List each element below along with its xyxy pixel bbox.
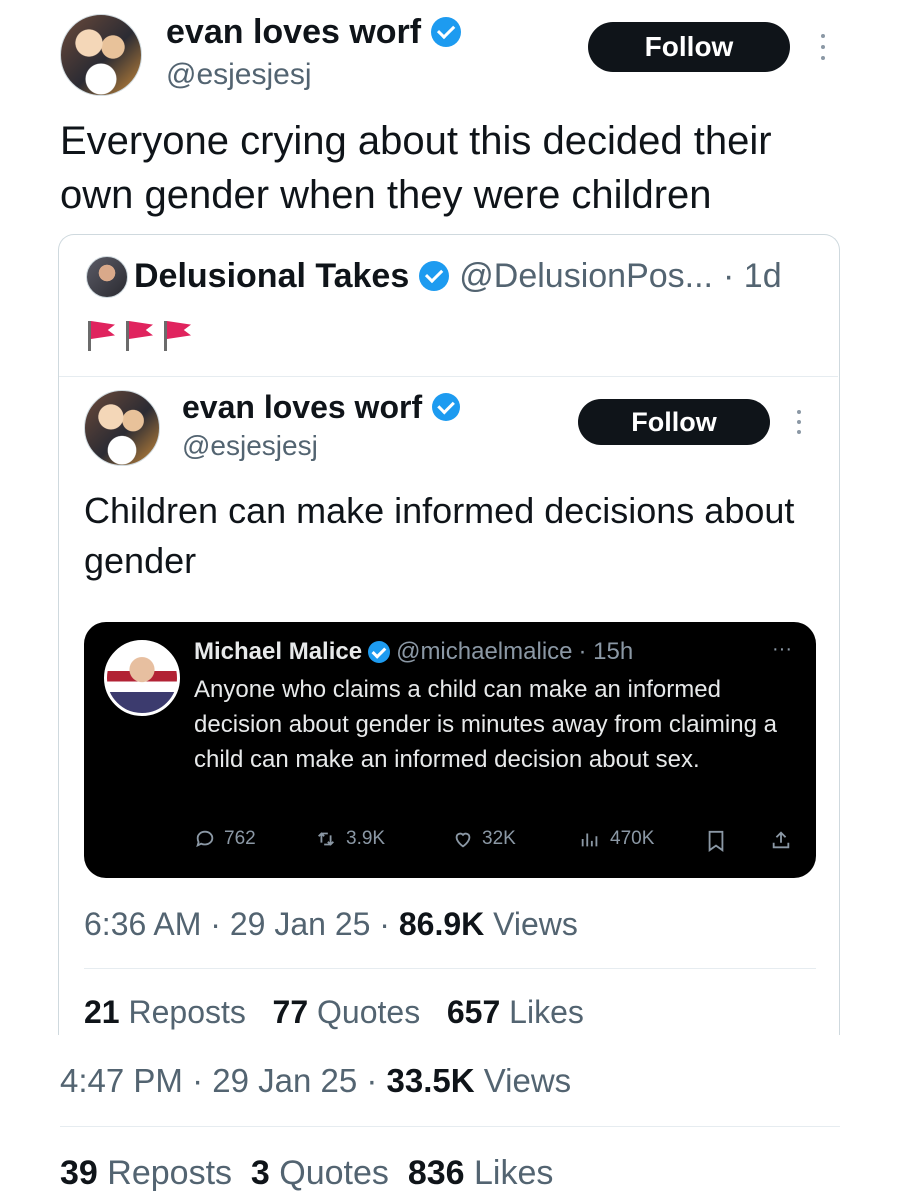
screenshot-replies: 762: [194, 828, 256, 850]
inner-reposts-label: Reposts: [128, 994, 246, 1030]
screenshot-author-name: Michael Malice: [194, 638, 363, 665]
outer-author-name-row[interactable]: evan loves worf: [166, 10, 462, 54]
outer-quotes-link[interactable]: 3 Quotes: [251, 1154, 389, 1192]
outer-likes-count: 836: [407, 1154, 465, 1192]
inner-likes-label: Likes: [509, 994, 584, 1030]
inner-quotes-link[interactable]: 77 Quotes: [273, 994, 421, 1030]
inner-author-name[interactable]: evan loves worf: [182, 389, 422, 426]
inner-reposts-link[interactable]: 21 Reposts: [84, 994, 246, 1030]
red-flag-icon: [160, 321, 196, 351]
inner-author-name-row[interactable]: evan loves worf: [182, 386, 461, 428]
verified-badge-icon: [368, 641, 391, 663]
outer-meta-divider: [60, 1126, 840, 1127]
outer-likes-link[interactable]: 836 Likes: [408, 1154, 554, 1192]
quote-author-name[interactable]: Delusional Takes: [134, 257, 409, 296]
outer-reposts-label: Reposts: [107, 1154, 233, 1192]
outer-timestamp[interactable]: 4:47 PM · 29 Jan 25 ·: [60, 1062, 387, 1099]
outer-reposts-link[interactable]: 39 Reposts: [60, 1154, 232, 1192]
red-flag-icon: [122, 321, 158, 351]
quote-author-avatar: [86, 256, 128, 298]
inner-more-options-icon[interactable]: [794, 410, 804, 434]
outer-likes-label: Likes: [474, 1154, 554, 1192]
outer-author-handle[interactable]: @esjesjesj: [166, 58, 312, 92]
screenshot-views: 470K: [578, 828, 654, 850]
red-flag-icon: [84, 321, 120, 351]
inner-stats-row: 21 Reposts 77 Quotes 657 Likes: [84, 994, 584, 1031]
inner-tweet-text: Children can make informed decisions abo…: [84, 490, 795, 581]
bookmark-icon: [708, 830, 724, 852]
screenshot-more-icon: ···: [772, 638, 792, 660]
inner-quotes-label: Quotes: [317, 994, 421, 1030]
inner-views-label: Views: [484, 906, 578, 942]
inner-timestamp[interactable]: 6:36 AM · 29 Jan 25 ·: [84, 906, 399, 942]
inner-timestamp-row: 6:36 AM · 29 Jan 25 · 86.9K Views: [84, 906, 578, 943]
inner-meta-divider: [84, 968, 816, 969]
inner-author-handle[interactable]: @esjesjesj: [182, 430, 318, 462]
inner-views-count: 86.9K: [398, 906, 485, 942]
inner-likes-count: 657: [446, 994, 501, 1030]
quote-header-divider: [59, 376, 838, 377]
screenshot-reposts: 3.9K: [314, 828, 385, 850]
outer-tweet-text: Everyone crying about this decided their…: [60, 119, 772, 217]
screenshot-action-bar: 762 3.9K 32K 470K: [194, 826, 804, 856]
screenshot-age: · 15h: [578, 638, 634, 665]
outer-reposts-count: 39: [60, 1154, 98, 1192]
verified-badge-icon: [432, 393, 461, 421]
views-chart-icon: [581, 833, 598, 847]
verified-badge-icon: [419, 261, 450, 291]
screenshot-author-avatar: [104, 640, 180, 716]
quote-red-flags: 🚩🚩🚩: [84, 316, 198, 356]
outer-views-label: Views: [474, 1062, 572, 1099]
share-icon: [772, 831, 790, 849]
outer-follow-button[interactable]: Follow: [588, 22, 790, 72]
inner-likes-link[interactable]: 657 Likes: [447, 994, 584, 1030]
screenshot-header-row: Michael Malice @michaelmalice · 15h: [194, 636, 633, 668]
outer-quotes-count: 3: [250, 1154, 270, 1192]
screenshot-author-handle: @michaelmalice: [396, 638, 573, 665]
quote-header-row: Delusional Takes @DelusionPos... · 1d: [134, 254, 782, 298]
quote-author-handle[interactable]: @DelusionPos...: [459, 257, 713, 296]
outer-stats-row: 39 Reposts 3 Quotes 836 Likes: [60, 1154, 553, 1193]
outer-quotes-label: Quotes: [279, 1154, 389, 1192]
inner-follow-button[interactable]: Follow: [578, 399, 770, 445]
inner-author-avatar[interactable]: [84, 390, 160, 466]
outer-author-avatar[interactable]: [60, 14, 142, 96]
verified-badge-icon: [431, 17, 462, 47]
quote-age: · 1d: [723, 256, 782, 295]
reply-icon: [196, 830, 214, 848]
repost-icon: [318, 832, 334, 846]
outer-author-name[interactable]: evan loves worf: [166, 13, 421, 52]
screenshot-likes: 32K: [452, 828, 516, 850]
outer-views-count: 33.5K: [386, 1062, 475, 1099]
screenshot-tweet-text: Anyone who claims a child can make an in…: [194, 676, 777, 773]
outer-timestamp-row: 4:47 PM · 29 Jan 25 · 33.5K Views: [60, 1062, 571, 1100]
inner-reposts-count: 21: [84, 994, 120, 1030]
heart-icon: [455, 832, 471, 848]
outer-more-options-icon[interactable]: [818, 34, 828, 60]
inner-quotes-count: 77: [272, 994, 309, 1030]
